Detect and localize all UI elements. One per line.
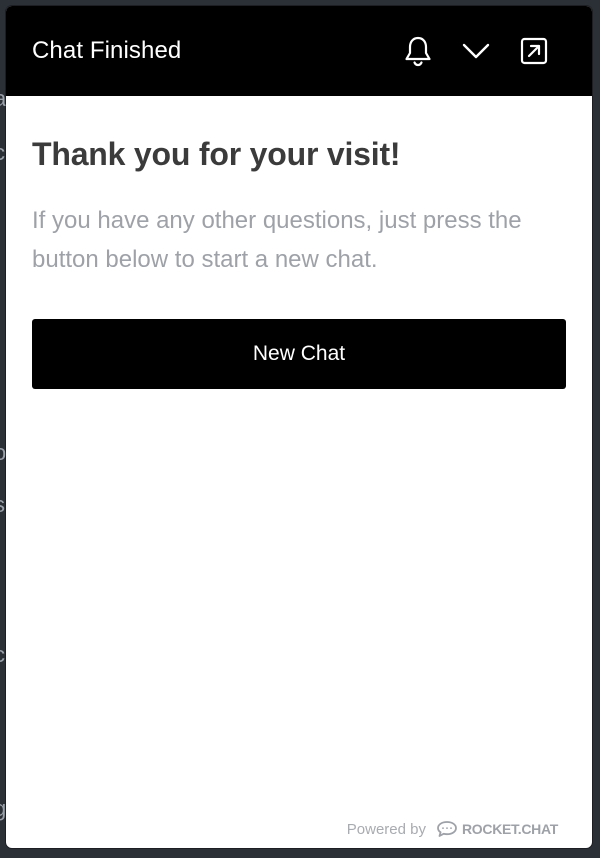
new-chat-button[interactable]: New Chat [32,319,566,389]
rocketchat-brand-link[interactable]: ROCKET.CHAT [436,820,558,838]
header-title: Chat Finished [32,37,182,64]
powered-by-footer: Powered by ROCKET.CHAT [346,820,559,838]
bell-icon [405,36,431,67]
livechat-widget: Chat Finished Thank you for your visit! … [6,6,592,848]
thank-you-title: Thank you for your visit! [32,136,401,172]
rocketchat-brand-name: ROCKET.CHAT [462,821,558,837]
pop-out-icon [520,37,548,65]
minimize-button[interactable] [458,33,494,69]
pop-out-button[interactable] [516,33,552,69]
background-text-fragment: c [0,142,5,164]
powered-by-label: Powered by [346,820,426,838]
chat-finished-content: Thank you for your visit! If you have an… [6,96,592,389]
page-background: a c o s c g Chat Finished [0,0,600,858]
notifications-button[interactable] [400,33,436,69]
chat-header: Chat Finished [6,6,592,96]
header-actions [400,33,552,69]
chevron-down-icon [462,43,490,59]
background-text-fragment: s [0,494,5,516]
rocketchat-logo-icon [437,821,457,837]
background-text-fragment: c [0,644,5,666]
new-chat-instructions: If you have any other questions, just pr… [32,207,522,273]
